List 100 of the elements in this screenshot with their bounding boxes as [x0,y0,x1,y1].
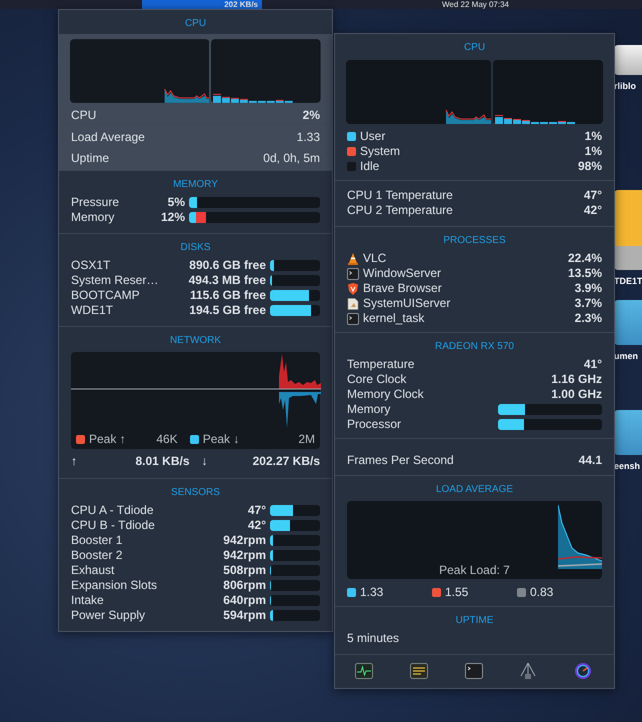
document-icon [347,298,359,310]
gpu-stat-label: Memory Clock [347,387,424,402]
load-average-label: Load Average [71,130,145,145]
disk-free-space: 890.6 GB free [189,258,266,273]
legend-label: Peak ↑ [89,432,126,446]
console-icon[interactable] [410,662,428,680]
gpu-stat-value: 41° [584,357,602,372]
section-title: LOAD AVERAGE [434,483,514,497]
disk-free-space: 194.5 GB free [189,303,266,318]
cpu-label: CPU [71,108,96,123]
desktop-icon[interactable] [614,45,642,75]
process-cpu-value: 22.4% [568,251,602,266]
cpu-usage-value: 98% [578,159,602,174]
load-average-value: 1.33 [296,130,320,145]
cpu-usage-value: 1% [584,144,602,159]
sensor-value: 806rpm [222,578,266,593]
process-name: kernel_task [363,311,424,326]
peak-load-text: Peak Load: 7 [438,563,511,577]
gauge-icon[interactable] [574,662,592,680]
legend-value: 2M [297,432,315,446]
sensor-name: CPU A - Tdiode [71,503,154,518]
disk-name: OSX1T [71,258,112,273]
desktop-icon[interactable] [614,190,642,270]
sensor-name: Booster 1 [71,533,122,548]
process-cpu-value: 3.9% [574,281,602,296]
sensor-name: Intake [71,593,104,608]
memory-label: Pressure [71,195,120,210]
menu-bar-clock[interactable]: Wed 22 May 07:34 [442,0,510,9]
section-title: DISKS [179,241,212,255]
terminal-icon [347,268,359,280]
desktop-item-label[interactable]: rliblo [614,81,642,91]
cpu-usage-label: User [360,129,386,144]
gpu-stat-label: Processor [347,417,402,432]
sensor-value: 508rpm [222,563,266,578]
fps-label: Frames Per Second [347,452,454,468]
upload-arrow: ↑ [71,454,77,469]
network-speed-menu-item[interactable]: 202 KB/s [142,0,262,9]
gpu-stat-label: Temperature [347,357,414,372]
sensor-name: Expansion Slots [71,578,158,593]
download-arrow: ↓ [202,454,208,469]
section-title: CPU [184,17,208,31]
cpu-usage-label: Idle [360,159,380,174]
disk-free-space: 115.6 GB free [190,288,266,303]
cpu-usage-value: 1% [584,129,602,144]
desktop-item-label[interactable]: umen [614,351,642,361]
section-title: RADEON RX 570 [434,340,515,354]
upload-speed: 8.01 KB/s [134,454,190,469]
disk-free-space: 494.3 MB free [188,273,266,288]
memory-label: Memory [71,210,116,225]
sensor-name: Exhaust [71,563,114,578]
temperature-value: 42° [584,203,602,218]
memory-value: 5% [166,195,185,210]
temperature-label: CPU 1 Temperature [347,188,453,203]
process-cpu-value: 3.7% [574,296,602,311]
temperature-value: 47° [584,188,602,203]
section-title: UPTIME [454,614,494,628]
process-name: VLC [363,251,386,266]
section-title: NETWORK [168,334,222,348]
sensor-name: Power Supply [71,608,146,623]
gpu-stat-value: 1.16 GHz [551,372,602,387]
load-history-drawing [558,503,602,569]
process-cpu-value: 2.3% [574,311,602,326]
section-title: MEMORY [172,178,219,192]
desktop-icon[interactable] [614,410,642,455]
sensor-name: Booster 2 [71,548,122,563]
gpu-stat-label: Core Clock [347,372,406,387]
sensor-value: 47° [246,503,266,518]
sensor-value: 42° [246,518,266,533]
section-title: PROCESSES [442,234,507,248]
uptime-label: Uptime [71,151,110,166]
uptime-value: 5 minutes [347,631,400,646]
load-average-value: 0.83 [530,585,554,599]
sensor-value: 942rpm [222,533,266,548]
process-cpu-value: 13.5% [568,266,602,281]
disk-name: BOOTCAMP [71,288,141,303]
desktop-icon[interactable] [614,300,642,345]
section-title: SENSORS [170,486,221,500]
disk-name: System Reser… [71,273,160,288]
sensor-value: 594rpm [222,608,266,623]
fps-value: 44.1 [578,452,602,468]
legend-label: Peak ↓ [202,432,240,446]
memory-value: 12% [160,210,185,225]
terminal-icon[interactable] [464,662,482,680]
uptime-value: 0d, 0h, 5m [263,151,320,166]
cpu-value: 2% [302,108,320,123]
download-speed: 202.27 KB/s [252,454,320,469]
network-utility-icon[interactable] [519,662,538,680]
disk-name: WDE1T [71,303,114,318]
sensor-value: 640rpm [222,593,266,608]
sensor-name: CPU B - Tdiode [71,518,155,533]
desktop-item-label[interactable]: eensh [614,461,642,471]
process-name: SystemUIServer [363,296,450,311]
activity-monitor-icon[interactable] [355,662,373,680]
temperature-label: CPU 2 Temperature [347,203,453,218]
process-name: WindowServer [363,266,442,281]
load-average-value: 1.55 [445,585,468,599]
sensor-value: 942rpm [222,548,266,563]
lion-shield-icon [347,282,359,294]
traffic-cone-icon [347,252,359,264]
process-name: Brave Browser [363,281,442,296]
